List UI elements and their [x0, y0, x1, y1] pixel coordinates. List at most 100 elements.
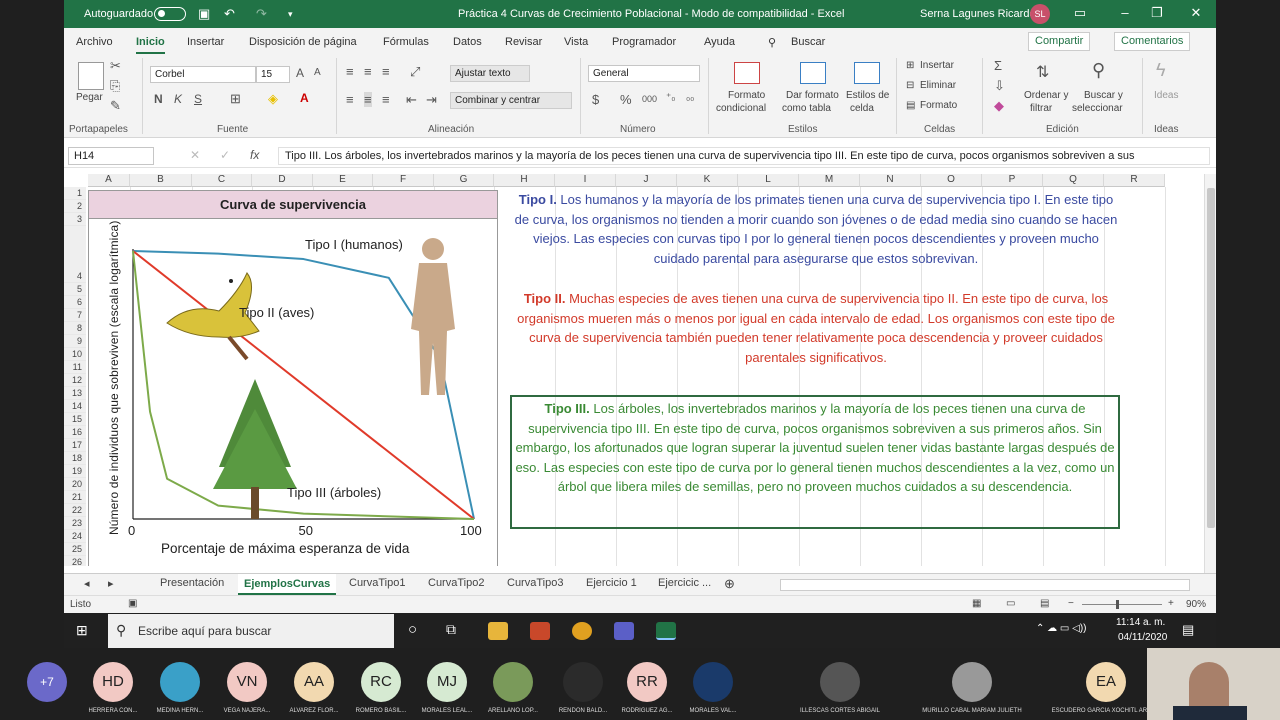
row-header[interactable]: 20	[64, 478, 86, 491]
column-header[interactable]: F	[373, 174, 434, 187]
find-select-icon[interactable]: ⚲	[1092, 60, 1105, 81]
windows-start-icon[interactable]: ⊞	[76, 622, 88, 639]
vertical-scrollbar[interactable]	[1204, 174, 1216, 573]
fill-color-icon[interactable]: ◈	[268, 91, 278, 107]
close-icon[interactable]: ✕	[1185, 5, 1207, 21]
enter-icon[interactable]: ✓	[220, 148, 230, 162]
column-header[interactable]: E	[313, 174, 373, 187]
row-header[interactable]: 23	[64, 517, 86, 530]
tablefmt-label-1[interactable]: Dar formato	[786, 90, 839, 101]
self-video[interactable]	[1147, 648, 1280, 720]
find-label-2[interactable]: seleccionar	[1072, 103, 1123, 114]
zoom-out-icon[interactable]: −	[1068, 598, 1074, 609]
excel-taskbar-icon[interactable]	[656, 622, 676, 640]
cellstyle-label-2[interactable]: celda	[850, 103, 874, 114]
column-header[interactable]: M	[799, 174, 860, 187]
participant[interactable]: ILLESCAS CORTES ABIGAIL	[778, 662, 902, 714]
paste-icon[interactable]	[78, 62, 104, 90]
bold-icon[interactable]: N	[154, 92, 163, 106]
cortana-icon[interactable]: ○	[408, 621, 417, 638]
align-left-icon[interactable]: ≡	[346, 92, 354, 107]
sort-label-2[interactable]: filtrar	[1030, 103, 1052, 114]
teams-icon[interactable]	[614, 622, 634, 640]
ribbon-display-icon[interactable]: ▭	[1069, 5, 1091, 21]
row-header[interactable]: 24	[64, 530, 86, 543]
row-header[interactable]: 17	[64, 439, 86, 452]
column-header[interactable]: A	[88, 174, 130, 187]
zoom-slider[interactable]	[1082, 604, 1162, 605]
clock-date[interactable]: 04/11/2020	[1118, 632, 1167, 643]
tab-buscar[interactable]: Buscar	[791, 36, 825, 48]
row-header[interactable]: 14	[64, 400, 86, 413]
save-icon[interactable]: ▣	[198, 6, 210, 22]
fill-icon[interactable]: ⇩	[994, 78, 1005, 94]
share-button[interactable]: Compartir	[1028, 32, 1091, 51]
sheet-tab[interactable]: CurvaTipo3	[507, 577, 563, 589]
clock-time[interactable]: 11:14 a. m.	[1116, 617, 1165, 628]
user-avatar[interactable]: SL	[1030, 4, 1050, 24]
autosave-toggle[interactable]	[154, 7, 186, 21]
conditional-format-icon[interactable]	[734, 62, 760, 84]
row-header[interactable]: 8	[64, 322, 86, 335]
insert-cells-button[interactable]: Insertar	[920, 60, 954, 71]
tab-programador[interactable]: Programador	[612, 36, 676, 48]
tab-vista[interactable]: Vista	[564, 36, 588, 48]
row-header[interactable]: 11	[64, 361, 86, 374]
format-cells-icon[interactable]: ▤	[906, 100, 915, 111]
row-header[interactable]: 4	[64, 226, 86, 283]
column-header[interactable]: I	[555, 174, 616, 187]
undo-icon[interactable]: ↶	[224, 6, 235, 22]
survivorship-chart[interactable]: Curva de supervivencia Tipo I (humanos) …	[88, 190, 498, 566]
wrap-text-button[interactable]: Ajustar texto	[450, 65, 530, 82]
tab-revisar[interactable]: Revisar	[505, 36, 542, 48]
column-header[interactable]: R	[1104, 174, 1165, 187]
tab-nav-next-icon[interactable]: ▸	[108, 577, 114, 590]
ideas-button-label[interactable]: Ideas	[1154, 90, 1178, 101]
participant[interactable]: MURILLO CABAL MARIAM JULIETH	[910, 662, 1034, 714]
underline-icon[interactable]: S	[194, 92, 202, 106]
sheet-tab[interactable]: CurvaTipo2	[428, 577, 484, 589]
macro-record-icon[interactable]: ▣	[128, 598, 137, 609]
page-break-icon[interactable]: ▤	[1040, 598, 1049, 609]
column-header[interactable]: Q	[1043, 174, 1104, 187]
italic-icon[interactable]: K	[174, 92, 182, 106]
customize-qat-icon[interactable]: ▾	[288, 9, 293, 20]
align-top-icon[interactable]: ≡	[346, 64, 354, 79]
row-header[interactable]: 13	[64, 387, 86, 400]
comma-style-icon[interactable]: 000	[642, 94, 657, 104]
clear-icon[interactable]: ◆	[994, 98, 1004, 114]
sheet-tab-active[interactable]: EjemplosCurvas	[238, 574, 337, 595]
align-right-icon[interactable]: ≡	[382, 92, 390, 107]
merge-center-button[interactable]: Combinar y centrar	[450, 92, 572, 109]
insert-icon[interactable]: ⊞	[906, 60, 914, 71]
powerpoint-icon[interactable]	[530, 622, 550, 640]
increase-decimal-icon[interactable]: ⁺₀	[666, 92, 675, 103]
grow-font-icon[interactable]: A	[296, 66, 304, 80]
participant[interactable]: RENDON BALD...	[548, 662, 618, 714]
row-header[interactable]: 21	[64, 491, 86, 504]
row-header[interactable]: 6	[64, 296, 86, 309]
currency-icon[interactable]: $	[592, 92, 599, 107]
tab-formulas[interactable]: Fórmulas	[383, 36, 429, 48]
font-size-select[interactable]: 15	[256, 66, 290, 83]
format-painter-icon[interactable]: ✎	[110, 98, 121, 114]
task-view-icon[interactable]: ⧉	[446, 621, 456, 638]
column-header[interactable]: K	[677, 174, 738, 187]
column-header[interactable]: G	[434, 174, 494, 187]
tab-disposicion[interactable]: Disposición de página	[249, 36, 357, 48]
name-box[interactable]: H14	[68, 147, 154, 165]
align-center-icon[interactable]: ≡	[364, 92, 372, 107]
font-color-icon[interactable]: A	[300, 91, 309, 105]
participant[interactable]: ARELLANO LOP...	[478, 662, 548, 714]
cut-icon[interactable]: ✂	[110, 58, 121, 74]
decrease-indent-icon[interactable]: ⇤	[406, 92, 417, 108]
copy-icon[interactable]: ⎘	[110, 78, 120, 94]
participant[interactable]: +7	[12, 662, 82, 708]
row-header[interactable]: 12	[64, 374, 86, 387]
column-header[interactable]: H	[494, 174, 555, 187]
column-header[interactable]: B	[130, 174, 192, 187]
tab-archivo[interactable]: Archivo	[76, 36, 113, 48]
notifications-icon[interactable]: ▤	[1182, 622, 1194, 638]
tab-inicio[interactable]: Inicio	[136, 36, 165, 54]
sheet-tab[interactable]: CurvaTipo1	[349, 577, 405, 589]
